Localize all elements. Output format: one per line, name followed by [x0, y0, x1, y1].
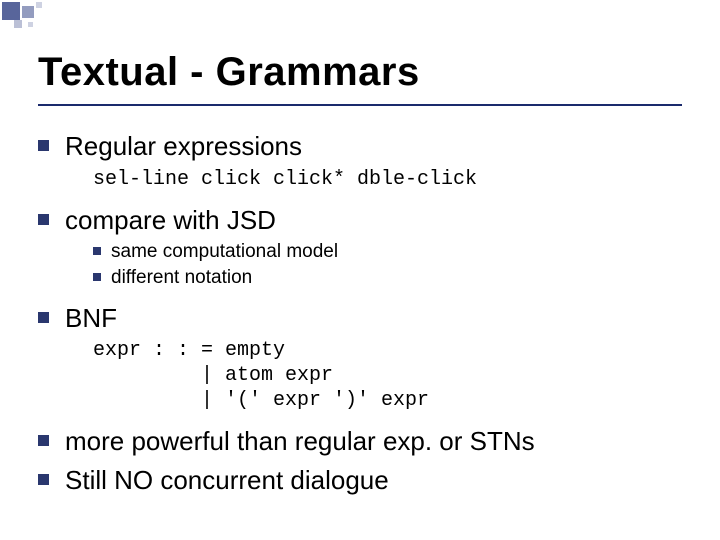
list-item: BNF expr : : = empty | atom expr | '(' e… — [38, 302, 682, 420]
corner-decoration — [0, 0, 100, 30]
slide: Textual - Grammars Regular expressions s… — [0, 0, 720, 540]
code-block: expr : : = empty | atom expr | '(' expr … — [93, 338, 682, 413]
square-bullet-icon — [38, 140, 49, 151]
list-item: Regular expressions sel-line click click… — [38, 130, 682, 198]
square-bullet-icon — [38, 435, 49, 446]
sub-bullet-text: different notation — [111, 266, 252, 290]
square-bullet-icon — [38, 474, 49, 485]
list-item: same computational model — [93, 240, 682, 264]
list-item: more powerful than regular exp. or STNs — [38, 425, 682, 458]
square-bullet-icon — [93, 247, 101, 255]
title-rule — [38, 104, 682, 106]
bullet-text: BNF — [65, 302, 682, 335]
bullet-text: compare with JSD — [65, 204, 682, 237]
list-item: different notation — [93, 266, 682, 290]
code-block: sel-line click click* dble-click — [93, 167, 682, 192]
slide-body: Regular expressions sel-line click click… — [38, 130, 682, 502]
sub-bullet-text: same computational model — [111, 240, 338, 264]
square-bullet-icon — [38, 312, 49, 323]
square-bullet-icon — [38, 214, 49, 225]
bullet-text: Regular expressions — [65, 130, 682, 163]
bullet-text: Still NO concurrent dialogue — [65, 464, 682, 497]
list-item: compare with JSD same computational mode… — [38, 204, 682, 296]
list-item: Still NO concurrent dialogue — [38, 464, 682, 497]
square-bullet-icon — [93, 273, 101, 281]
bullet-text: more powerful than regular exp. or STNs — [65, 425, 682, 458]
slide-title: Textual - Grammars — [38, 50, 682, 95]
